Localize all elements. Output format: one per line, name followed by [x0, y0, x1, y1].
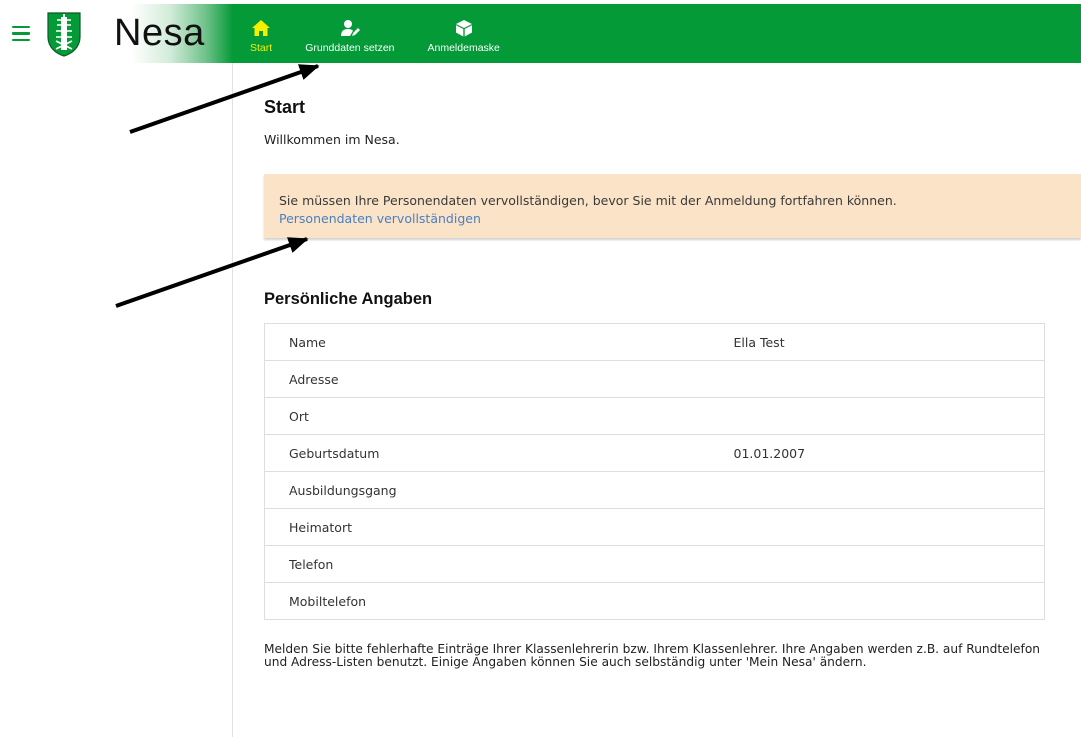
row-value: Ella Test: [733, 334, 785, 350]
table-row: Ort: [264, 397, 1045, 435]
row-value: [733, 471, 1045, 509]
hamburger-menu-icon[interactable]: [12, 25, 30, 42]
row-label: Name: [289, 334, 326, 350]
sidebar: [8, 63, 233, 737]
row-value: [733, 360, 1045, 398]
user-edit-icon: [340, 20, 360, 36]
row-value: [733, 545, 1045, 583]
footer-note: Melden Sie bitte fehlerhafte Einträge Ih…: [264, 642, 1041, 669]
home-icon: [252, 20, 271, 36]
row-label: Geburtsdatum: [264, 434, 734, 472]
page-title: Start: [264, 97, 306, 117]
row-value: [733, 582, 1045, 620]
row-value: [733, 397, 1045, 435]
table-row: Ausbildungsgang: [264, 471, 1045, 509]
row-label: Ausbildungsgang: [264, 471, 734, 509]
nav-item-anmeldemaske[interactable]: Anmeldemaske: [428, 19, 500, 54]
nav-item-label: Grunddaten setzen: [305, 42, 395, 54]
main-nav: Start Grunddaten setzen Anmeldemaske: [250, 4, 533, 63]
row-label: Ort: [264, 397, 734, 435]
row-label: Telefon: [264, 545, 734, 583]
welcome-text: Willkommen im Nesa.: [264, 132, 400, 147]
top-bar: Nesa Start Grunddaten setzen Anmeldemask…: [8, 4, 1081, 63]
table-row: Geburtsdatum 01.01.2007: [264, 434, 1045, 472]
app-title: Nesa: [114, 12, 205, 54]
nav-item-label: Start: [250, 42, 273, 54]
nav-item-grunddaten[interactable]: Grunddaten setzen: [305, 19, 395, 54]
coat-of-arms-logo: [47, 11, 81, 57]
row-label: Mobiltelefon: [264, 582, 734, 620]
row-value: 01.01.2007: [733, 434, 1045, 472]
table-row: Telefon: [264, 545, 1045, 583]
cube-icon: [455, 20, 472, 37]
table-row: Mobiltelefon: [264, 582, 1045, 620]
section-title: Persönliche Angaben: [264, 290, 433, 308]
table-row: Name Ella Test: [265, 324, 1045, 361]
warning-alert: Sie müssen Ihre Personendaten vervollstä…: [264, 174, 1081, 238]
row-label: Heimatort: [264, 508, 734, 546]
row-value: [733, 508, 1045, 546]
table-row: Heimatort: [264, 508, 1045, 546]
nav-item-label: Anmeldemaske: [427, 42, 500, 54]
complete-personal-data-link[interactable]: Personendaten vervollständigen: [279, 211, 481, 226]
table-row: Adresse: [264, 360, 1045, 398]
nav-item-start[interactable]: Start: [250, 19, 272, 54]
brand-area: Nesa: [8, 4, 233, 63]
alert-message: Sie müssen Ihre Personendaten vervollstä…: [279, 193, 897, 208]
row-label: Adresse: [264, 360, 734, 398]
personal-info-table: Name Ella Test Adresse Ort Geburtsdatum …: [264, 323, 1045, 620]
